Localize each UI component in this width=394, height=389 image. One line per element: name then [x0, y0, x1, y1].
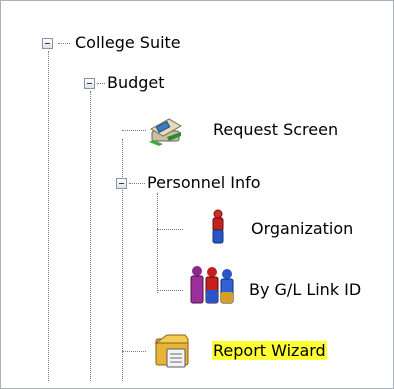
tree-node-budget[interactable]: Budget: [107, 73, 165, 93]
tree-node-personnel-info[interactable]: Personnel Info: [147, 173, 261, 193]
budget-collapse-toggle[interactable]: [84, 78, 95, 89]
personnel-info-collapse-toggle[interactable]: [116, 178, 127, 189]
tree-node-organization[interactable]: Organization: [251, 219, 353, 239]
gl-link-icon: [187, 265, 239, 309]
college-suite-collapse-toggle[interactable]: [42, 38, 53, 49]
tree-connector: [129, 183, 145, 184]
tree-node-request-screen[interactable]: Request Screen: [213, 120, 338, 140]
tree-guide-line: [122, 139, 123, 381]
tree-view: College Suite Budget Request Screen Pers…: [0, 0, 394, 389]
tree-node-gl-link[interactable]: By G/L Link ID: [249, 280, 361, 300]
tree-guide-line: [90, 91, 91, 381]
tree-guide-line: [157, 193, 158, 293]
organization-icon: [209, 209, 227, 249]
tree-guide-line: [48, 51, 49, 381]
selection-highlight: Report Wizard: [212, 341, 327, 360]
tree-node-report-wizard[interactable]: Report Wizard: [212, 341, 327, 361]
tree-connector: [122, 351, 146, 352]
tree-node-college-suite[interactable]: College Suite: [75, 33, 181, 53]
tree-connector: [157, 229, 183, 230]
report-wizard-icon: [153, 331, 195, 375]
tree-connector: [97, 83, 105, 84]
tree-connector: [58, 43, 70, 44]
request-screen-icon: [147, 113, 183, 151]
tree-connector: [157, 290, 183, 291]
tree-connector: [122, 130, 146, 131]
